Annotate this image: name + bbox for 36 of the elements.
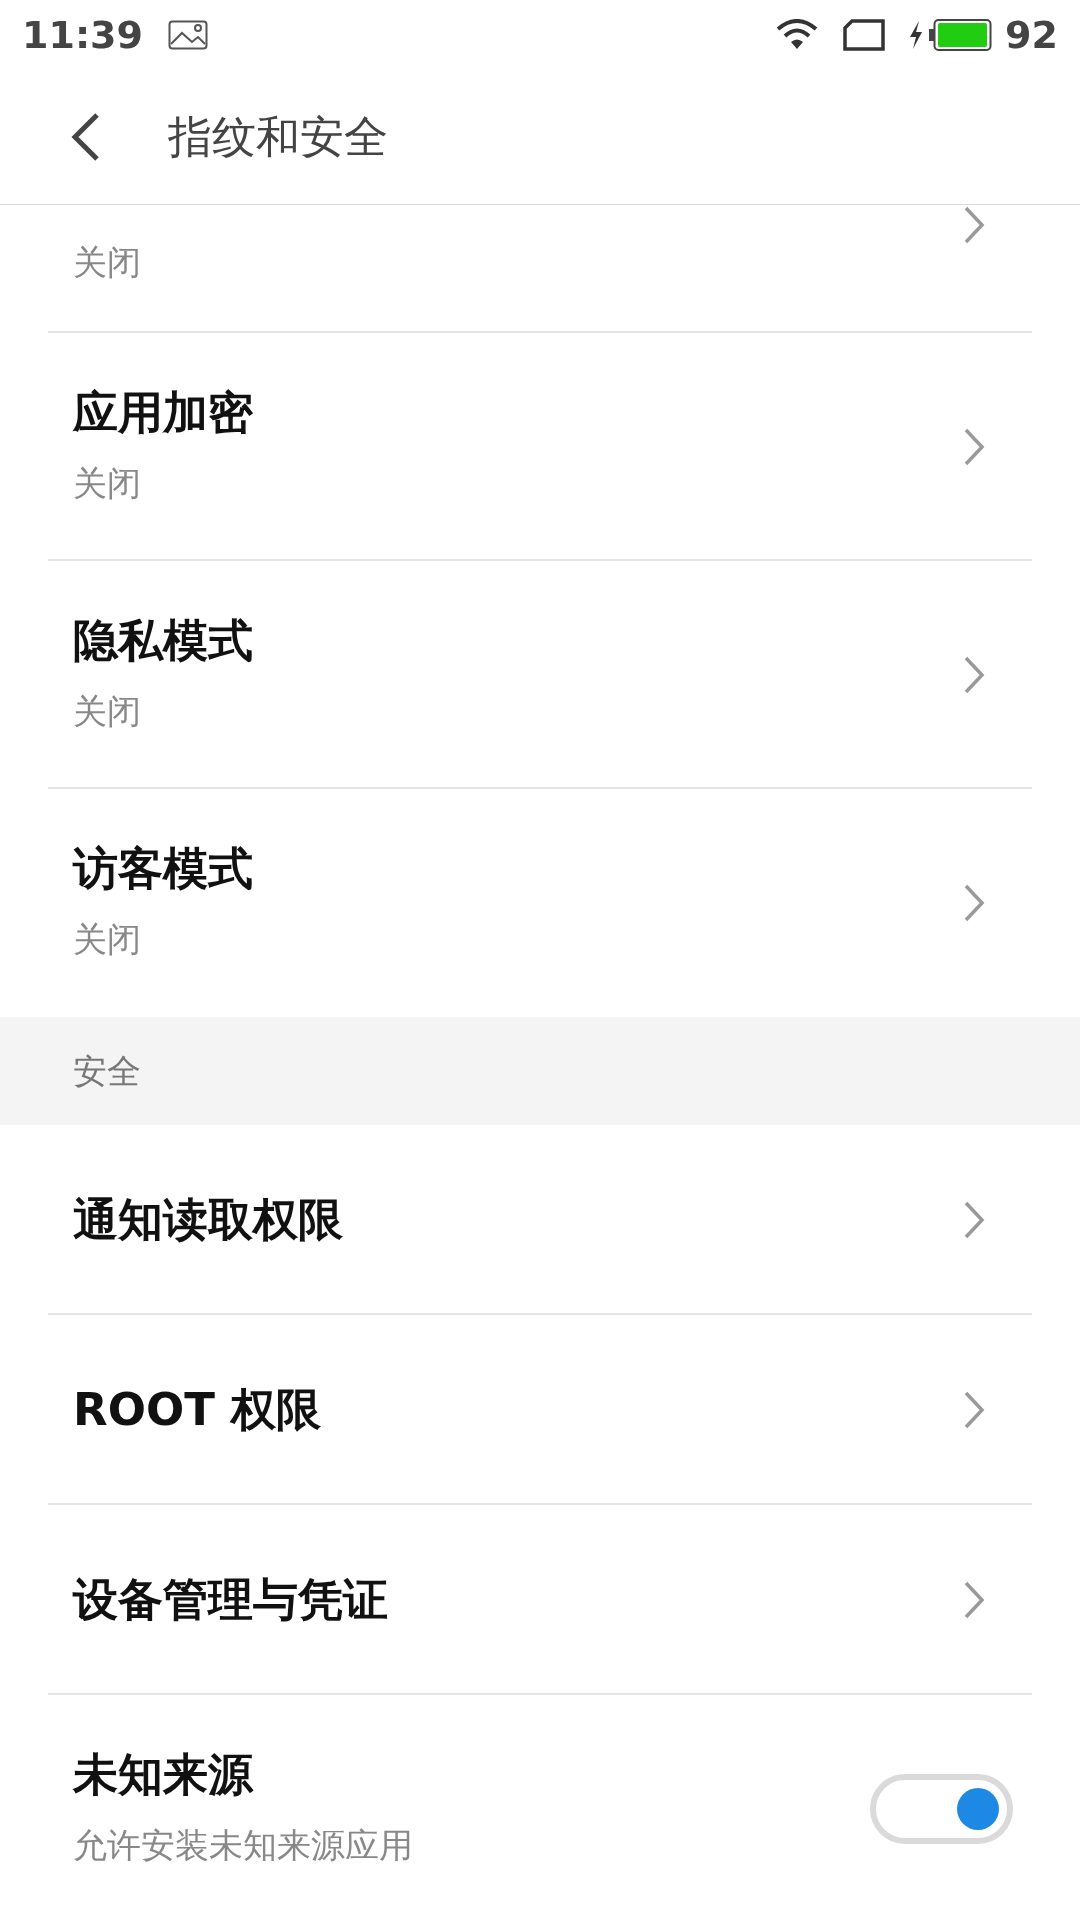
chevron-icon [963, 427, 985, 467]
battery-icon [929, 18, 994, 52]
row-subtitle: 关闭 [73, 241, 142, 284]
row-subtitle: 关闭 [73, 689, 142, 733]
chevron-icon [963, 1200, 985, 1240]
row-title: 通知读取权限 [73, 1193, 344, 1247]
section-title: 安全 [73, 1049, 141, 1093]
battery-level: 92 [1005, 11, 1058, 59]
status-time: 11:39 [22, 11, 143, 59]
row-subtitle: 关闭 [73, 461, 142, 505]
row-title: 未知来源 [73, 1747, 255, 1802]
screen-icon [843, 19, 886, 51]
image-icon [167, 20, 208, 50]
page-title: 指纹和安全 [168, 110, 388, 164]
row-title: ROOT 权限 [73, 1383, 322, 1437]
row-title: 应用加密 [73, 385, 254, 440]
wifi-icon [776, 19, 819, 51]
settings-row[interactable]: 未知来源 允许安装未知来源应用 [0, 1695, 1080, 1920]
chevron-icon [963, 1580, 985, 1620]
row-title: 隐私模式 [73, 613, 254, 668]
toggle-knob [957, 1788, 999, 1830]
settings-row[interactable]: 关闭 [0, 205, 1080, 333]
chevron-icon [963, 883, 985, 923]
chevron-icon [963, 205, 985, 245]
chevron-icon [963, 655, 985, 695]
row-subtitle: 允许安装未知来源应用 [73, 1823, 414, 1867]
row-subtitle: 关闭 [73, 917, 142, 961]
settings-row[interactable]: 应用加密 关闭 [0, 333, 1080, 561]
settings-row[interactable]: 设备管理与凭证 [0, 1505, 1080, 1695]
settings-row[interactable]: ROOT 权限 [0, 1315, 1080, 1505]
row-title: 设备管理与凭证 [73, 1573, 389, 1627]
settings-row[interactable]: 隐私模式 关闭 [0, 561, 1080, 789]
settings-row[interactable]: 访客模式 关闭 [0, 789, 1080, 1017]
settings-row[interactable]: 通知读取权限 [0, 1125, 1080, 1315]
row-title: 访客模式 [73, 841, 254, 896]
chevron-icon [963, 1390, 985, 1430]
